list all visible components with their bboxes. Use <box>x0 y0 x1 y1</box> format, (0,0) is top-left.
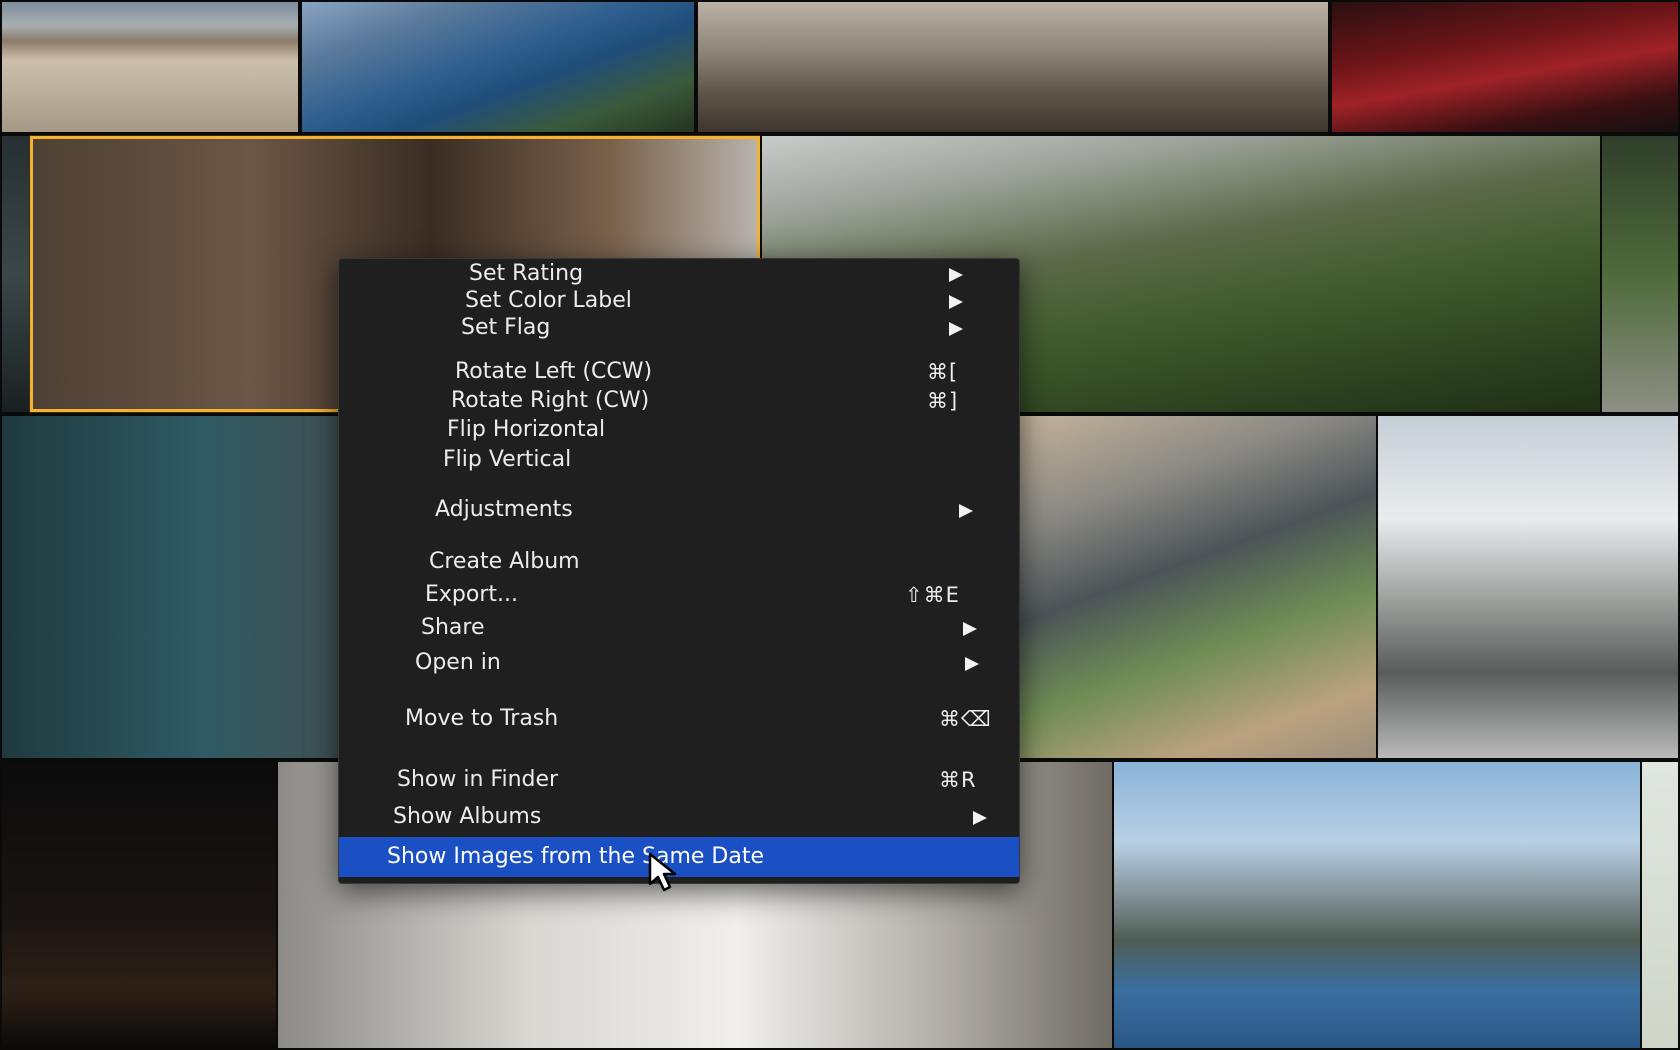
submenu-arrow-icon <box>949 295 963 309</box>
menu-item-flip-vertical[interactable]: Flip Vertical <box>339 445 1019 475</box>
menu-item-label: Create Album <box>429 549 580 574</box>
photo-tile-edge-right[interactable] <box>1600 134 1680 414</box>
photo-tile-temple[interactable] <box>0 0 300 134</box>
menu-item-create-album[interactable]: Create Album <box>339 547 1019 577</box>
menu-item-shortcut: ⇧⌘E <box>905 583 960 607</box>
menu-item-label: Show in Finder <box>397 767 559 792</box>
photo-tile-train[interactable] <box>696 0 1330 134</box>
photo-tile-night[interactable] <box>0 760 280 1050</box>
menu-item-label: Show Albums <box>393 804 542 829</box>
submenu-arrow-icon <box>973 811 987 825</box>
menu-item-rotate-right[interactable]: Rotate Right (CW) ⌘] <box>339 386 1019 416</box>
context-menu: Set Rating Set Color Label Set Flag Rota… <box>338 258 1020 884</box>
menu-item-show-albums[interactable]: Show Albums <box>339 802 1019 832</box>
menu-item-label: Set Flag <box>461 315 551 340</box>
photo-tile-lake[interactable] <box>300 0 696 134</box>
photo-tile-edge-bottom-right[interactable] <box>1640 760 1680 1050</box>
menu-item-rotate-left[interactable]: Rotate Left (CCW) ⌘[ <box>339 357 1019 387</box>
menu-item-label: Show Images from the Same Date <box>387 844 764 869</box>
submenu-arrow-icon <box>949 322 963 336</box>
submenu-arrow-icon <box>949 268 963 282</box>
submenu-arrow-icon <box>963 622 977 636</box>
menu-item-label: Move to Trash <box>405 706 559 731</box>
menu-item-shortcut: ⌘⌫ <box>939 707 992 731</box>
menu-item-flip-horizontal[interactable]: Flip Horizontal <box>339 415 1019 445</box>
mouse-pointer-icon <box>648 852 677 892</box>
menu-item-label: Adjustments <box>435 497 573 522</box>
menu-item-set-color-label[interactable]: Set Color Label <box>339 286 1019 316</box>
menu-item-shortcut: ⌘[ <box>927 360 959 384</box>
photo-tile-fjord[interactable] <box>1112 760 1650 1050</box>
menu-item-label: Set Rating <box>469 261 584 286</box>
menu-item-shortcut: ⌘R <box>939 768 977 792</box>
submenu-arrow-icon <box>965 657 979 671</box>
menu-item-move-to-trash[interactable]: Move to Trash ⌘⌫ <box>339 704 1019 734</box>
menu-item-shortcut: ⌘] <box>927 389 959 413</box>
menu-item-export[interactable]: Export... ⇧⌘E <box>339 580 1019 610</box>
menu-item-adjustments[interactable]: Adjustments <box>339 495 1019 525</box>
menu-item-label: Rotate Left (CCW) <box>455 359 653 384</box>
menu-item-label: Flip Vertical <box>443 447 572 472</box>
menu-item-label: Rotate Right (CW) <box>451 388 650 413</box>
photo-tile-highway[interactable] <box>990 414 1380 760</box>
menu-item-label: Share <box>421 615 485 640</box>
menu-item-set-flag[interactable]: Set Flag <box>339 313 1019 343</box>
menu-item-label: Export... <box>425 582 518 607</box>
menu-item-set-rating[interactable]: Set Rating <box>339 259 1019 289</box>
menu-item-show-in-finder[interactable]: Show in Finder ⌘R <box>339 765 1019 795</box>
menu-item-label: Open in <box>415 650 501 675</box>
menu-item-label: Flip Horizontal <box>447 417 606 442</box>
submenu-arrow-icon <box>959 504 973 518</box>
menu-item-open-in[interactable]: Open in <box>339 648 1019 678</box>
photo-tile-architecture[interactable] <box>1376 414 1680 760</box>
menu-item-share[interactable]: Share <box>339 613 1019 643</box>
menu-item-label: Set Color Label <box>465 288 632 313</box>
photo-tile-car[interactable] <box>1330 0 1680 134</box>
